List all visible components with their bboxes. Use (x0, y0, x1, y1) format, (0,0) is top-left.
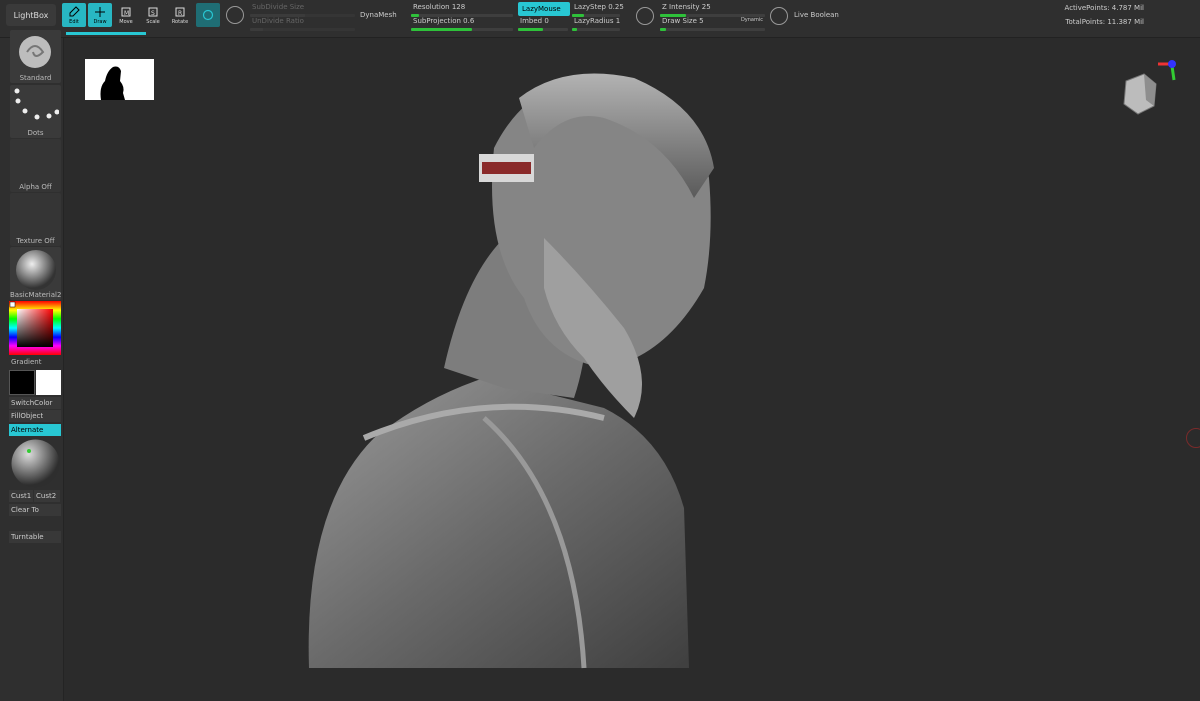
subdivide-size-slider[interactable]: SubDivide Size (250, 3, 355, 17)
alpha-thumbnail[interactable]: Alpha Off (10, 139, 61, 192)
move-icon: M (121, 7, 131, 17)
top-toolbar: LightBox Edit Draw M Move S Scale R Rota… (0, 0, 1200, 38)
silhouette-preview[interactable] (85, 59, 154, 100)
edit-button[interactable]: Edit (62, 3, 86, 27)
dots-stroke-icon (14, 88, 59, 120)
color-picker[interactable] (9, 301, 61, 355)
scale-icon: S (148, 7, 158, 17)
edit-icon (69, 5, 80, 16)
move-button[interactable]: M Move (114, 3, 138, 27)
gizmo-icon (202, 9, 214, 21)
svg-text:R: R (178, 10, 182, 17)
silhouette-icon (100, 66, 125, 100)
sculpt-model (308, 73, 714, 669)
z-intensity-slider[interactable]: Z Intensity 25 (660, 3, 765, 17)
color-palette-icon (9, 301, 61, 355)
left-shelf: Standard Dots Alpha Off Texture Off Basi… (0, 30, 64, 701)
draw-size-slider[interactable]: Draw Size 5 Dynamic (660, 17, 765, 31)
brush-icon (19, 36, 51, 68)
imbed-slider[interactable]: Imbed 0 (518, 17, 568, 31)
viewport-canvas[interactable] (64, 38, 1200, 701)
draw-icon (95, 6, 105, 17)
primary-color-swatch[interactable] (9, 370, 35, 395)
resolution-slider[interactable]: Resolution 128 (411, 3, 513, 17)
fillobject-button[interactable]: FillObject (9, 410, 61, 422)
live-boolean-button[interactable]: Live Boolean (790, 8, 843, 22)
clear-to-button[interactable]: Clear To (9, 504, 61, 516)
cust1-button[interactable]: Cust1 (9, 490, 33, 502)
undivide-ratio-slider[interactable]: UnDivide Ratio (250, 17, 355, 31)
svg-text:M: M (124, 10, 129, 17)
viewport-edge-indicator (1186, 428, 1200, 448)
subprojection-slider[interactable]: SubProjection 0.6 (411, 17, 513, 31)
stroke-thumbnail[interactable]: Dots (10, 85, 61, 138)
gradient-label: Gradient (11, 358, 42, 366)
matcap-sphere[interactable] (10, 438, 61, 489)
secondary-color-swatch[interactable] (36, 370, 61, 395)
navigation-cube[interactable] (1116, 56, 1186, 126)
brush-thumbnail[interactable]: Standard (10, 30, 61, 83)
gizmo-button[interactable] (196, 3, 220, 27)
material-thumbnail[interactable]: BasicMaterial2 (10, 247, 61, 300)
lazystep-slider[interactable]: LazyStep 0.25 (572, 3, 624, 17)
texture-thumbnail[interactable]: Texture Off (10, 193, 61, 246)
matcap-sphere-icon (11, 439, 60, 488)
rotate-icon: R (175, 7, 185, 17)
turntable-button[interactable]: Turntable (9, 531, 61, 543)
alternate-button[interactable]: Alternate (9, 424, 61, 436)
svg-text:S: S (151, 10, 155, 17)
total-points: TotalPoints: 11.387 Mil (1065, 18, 1144, 26)
lightbox-button[interactable]: LightBox (6, 4, 56, 26)
zadd-icon[interactable] (636, 7, 654, 25)
lazymouse-button[interactable]: LazyMouse (518, 2, 570, 16)
draw-button[interactable]: Draw (88, 3, 112, 27)
rotate-button[interactable]: R Rotate (168, 3, 192, 27)
material-sphere-icon (16, 250, 56, 290)
scale-button[interactable]: S Scale (141, 3, 165, 27)
symmetry-icon[interactable] (226, 6, 244, 24)
head-gizmo-icon (1123, 60, 1176, 115)
cust2-button[interactable]: Cust2 (34, 490, 60, 502)
dynamic-label[interactable]: Dynamic (741, 17, 763, 23)
active-points: ActivePoints: 4.787 Mil (1064, 4, 1144, 12)
progress-bar (66, 32, 146, 35)
dynamesh-button[interactable]: DynaMesh (356, 8, 401, 22)
zsub-icon[interactable] (770, 7, 788, 25)
lazyradius-slider[interactable]: LazyRadius 1 (572, 17, 620, 31)
switchcolor-button[interactable]: SwitchColor (9, 397, 61, 409)
